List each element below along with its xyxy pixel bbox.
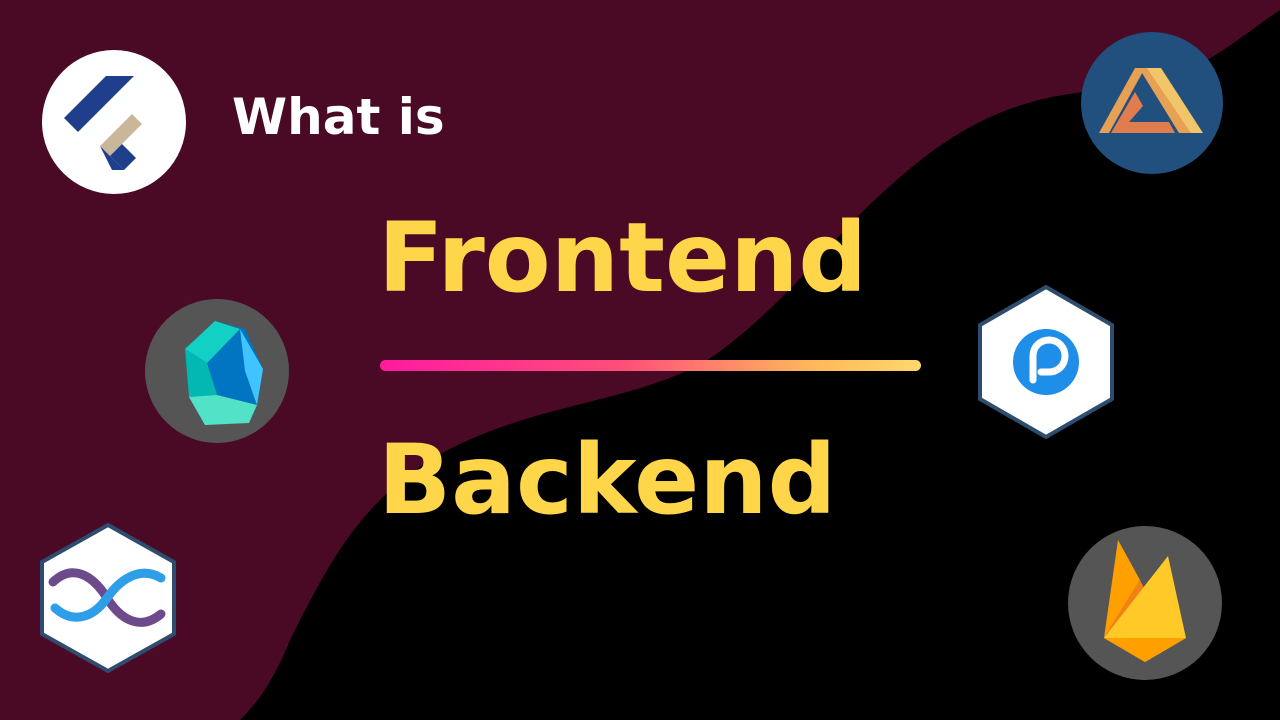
tailwind-hex-logo-icon [37,522,179,674]
headline-frontend: Frontend [378,202,868,314]
parse-logo-icon [975,284,1117,440]
flutter-logo-icon [42,50,186,194]
headline-what-is: What is [232,88,445,146]
thumbnail-canvas: What is Frontend Backend [0,0,1280,720]
firebase-logo-icon [1068,526,1222,680]
gradient-divider [380,360,921,371]
dart-logo-icon [145,299,289,443]
amplify-logo-icon [1081,32,1223,174]
headline-backend: Backend [378,424,837,536]
